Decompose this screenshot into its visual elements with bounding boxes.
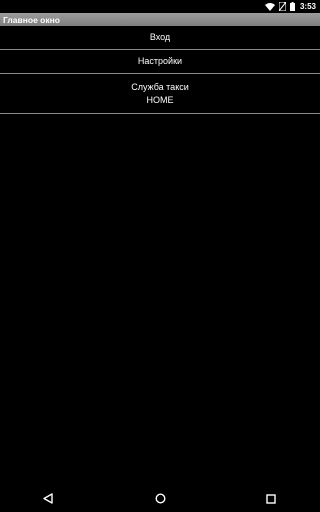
menu-item-sublabel: HOME [146, 94, 174, 105]
home-button[interactable] [153, 491, 167, 505]
title-bar: Главное окно [0, 13, 320, 26]
menu-item-settings[interactable]: Настройки [0, 50, 320, 74]
recent-apps-icon [266, 489, 276, 508]
menu-item-taxi-service[interactable]: Служба такси HOME [0, 74, 320, 114]
home-icon [154, 489, 166, 508]
menu-item-label: Настройки [137, 56, 183, 66]
menu-list: Вход Настройки Служба такси HOME [0, 26, 320, 114]
page-title: Главное окно [3, 14, 60, 25]
menu-item-login[interactable]: Вход [0, 26, 320, 50]
wifi-icon [264, 2, 275, 11]
menu-item-label: Вход [149, 32, 171, 42]
back-button[interactable] [41, 491, 55, 505]
recent-apps-button[interactable] [264, 491, 278, 505]
no-sim-icon [278, 2, 286, 11]
menu-item-label: Служба такси [131, 81, 189, 92]
status-bar: 3:53 [0, 0, 320, 13]
status-time: 3:53 [299, 2, 316, 11]
back-icon [43, 489, 53, 508]
battery-icon [289, 2, 295, 11]
navigation-bar [0, 484, 320, 512]
app-screen: 3:53 Главное окно Вход Настройки Служба … [0, 0, 320, 512]
